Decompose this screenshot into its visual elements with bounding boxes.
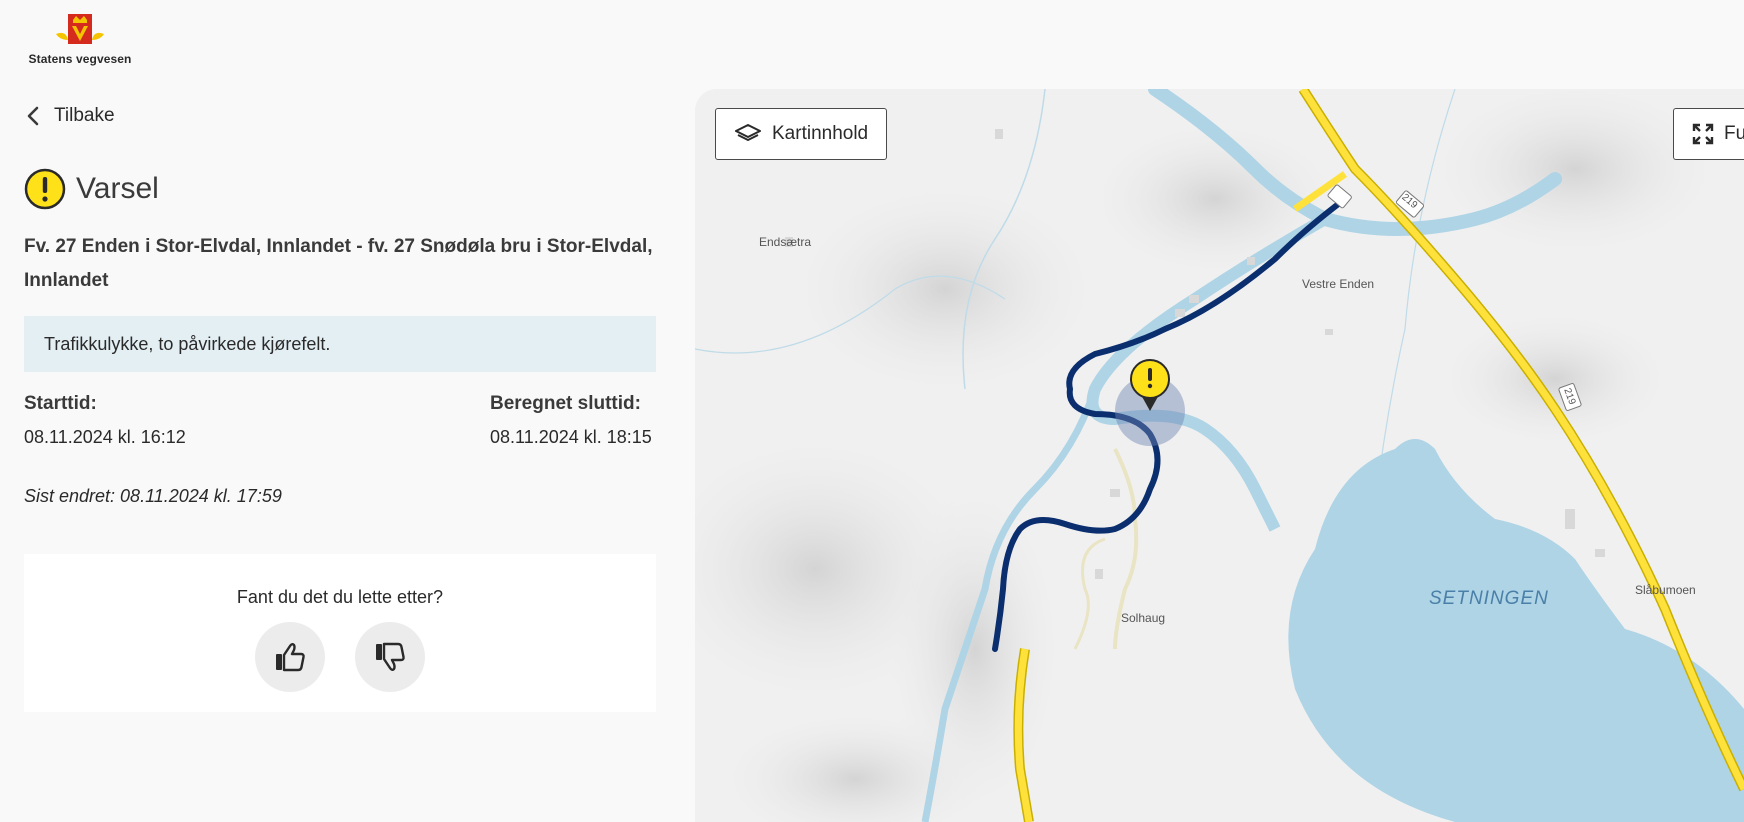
start-time-label: Starttid: xyxy=(24,393,97,414)
map-layers-button[interactable]: Kartinnhold xyxy=(715,108,888,160)
last-changed: Sist endret: 08.11.2024 kl. 17:59 xyxy=(24,486,282,506)
feedback-panel: Fant du det du lette etter? xyxy=(24,554,656,712)
chevron-left-icon xyxy=(27,106,39,126)
feedback-question: Fant du det du lette etter? xyxy=(236,587,444,607)
start-time-value: 08.11.2024 kl. 16:12 xyxy=(24,427,186,447)
thumbs-up-icon xyxy=(276,643,305,672)
end-time-label: Beregnet sluttid: xyxy=(490,393,641,414)
thumbs-down-icon xyxy=(376,642,405,671)
end-time-block: Beregnet sluttid: 08.11.2024 kl. 18:15 xyxy=(490,393,652,448)
notice-message-text: Trafikkulykke, to påvirkede kjørefelt. xyxy=(44,333,331,354)
back-link[interactable]: Tilbake xyxy=(26,105,115,127)
thumbs-down-button[interactable] xyxy=(355,622,425,692)
notice-heading: Varsel xyxy=(24,168,159,210)
start-time-block: Starttid: 08.11.2024 kl. 16:12 xyxy=(24,393,186,448)
notice-type-label: Varsel xyxy=(76,172,159,205)
place-label-slabumoen: Slåbumoen xyxy=(1635,583,1696,597)
end-time-value: 08.11.2024 kl. 18:15 xyxy=(490,427,652,447)
back-label: Tilbake xyxy=(54,105,115,126)
brand-logo[interactable]: Statens vegvesen xyxy=(24,10,136,66)
map-view[interactable]: Endsætra Vestre Enden Solhaug Slåbumoen … xyxy=(695,89,1744,822)
layers-icon xyxy=(735,124,761,141)
place-label-endsaetra: Endsætra xyxy=(759,235,812,249)
fullscreen-icon xyxy=(1692,123,1714,145)
place-label-vestre-enden: Vestre Enden xyxy=(1302,277,1375,291)
notice-message: Trafikkulykke, to påvirkede kjørefelt. xyxy=(24,316,656,372)
map-canvas[interactable] xyxy=(695,89,1744,822)
fullscreen-button[interactable]: Fu xyxy=(1673,108,1744,160)
place-label-solhaug: Solhaug xyxy=(1121,611,1166,625)
fullscreen-label: Fu xyxy=(1724,123,1744,144)
brand-name: Statens vegvesen xyxy=(28,52,132,66)
warning-icon xyxy=(24,168,66,210)
road-title: Fv. 27 Enden i Stor-Elvdal, Innlandet - … xyxy=(24,236,653,291)
statens-vegvesen-logo-icon xyxy=(56,14,104,44)
map-layers-label: Kartinnhold xyxy=(772,123,869,144)
thumbs-up-button[interactable] xyxy=(255,622,325,692)
lake-label-setningen: SETNINGEN xyxy=(1429,588,1549,609)
